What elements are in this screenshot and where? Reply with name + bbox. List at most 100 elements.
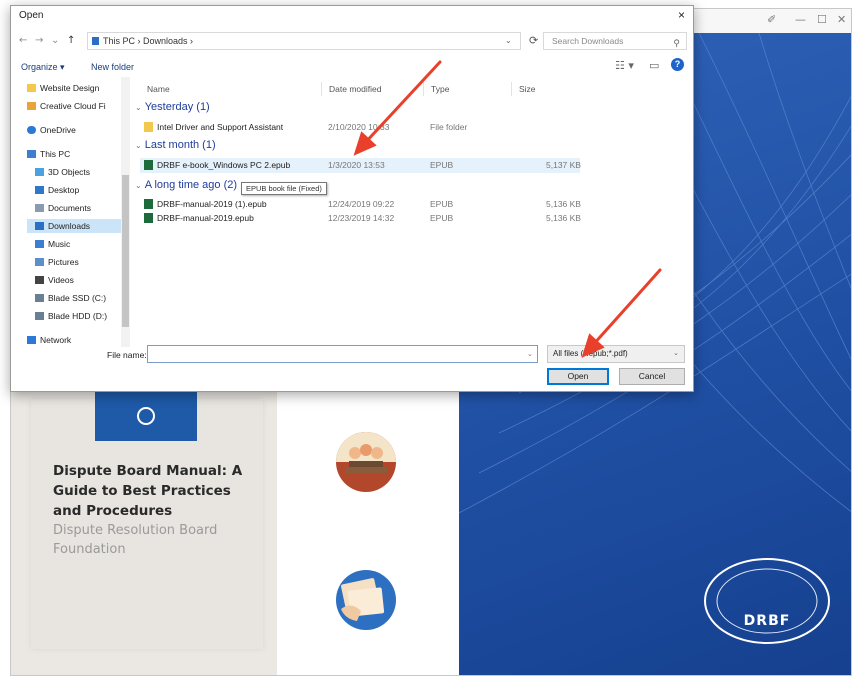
help-icon[interactable]: ?	[671, 58, 684, 71]
open-button[interactable]: Open	[547, 368, 609, 385]
computer-icon	[27, 150, 36, 158]
book-publisher: Dispute Resolution Board Foundation	[53, 523, 218, 557]
file-date: 12/24/2019 09:22	[328, 199, 395, 209]
nav-item-music[interactable]: Music	[35, 237, 70, 251]
chevron-down-icon: ⌄	[673, 350, 679, 357]
forward-button[interactable]: →	[35, 35, 43, 46]
chevron-down-icon[interactable]: ⌄	[527, 350, 533, 358]
nav-item-desktop[interactable]: Desktop	[35, 183, 79, 197]
nav-item-pictures[interactable]: Pictures	[35, 255, 79, 269]
nav-item-blade-ssd[interactable]: Blade SSD (C:)	[35, 291, 106, 305]
recent-locations-button[interactable]: ⌄	[51, 35, 59, 46]
nav-item-website-design[interactable]: Website Design	[27, 81, 99, 95]
epub-icon	[144, 199, 153, 209]
nav-item-videos[interactable]: Videos	[35, 273, 74, 287]
document-icon	[35, 204, 44, 212]
epub-icon	[144, 213, 153, 223]
close-dialog-button[interactable]: ×	[678, 8, 685, 22]
nav-item-blade-hdd[interactable]: Blade HDD (D:)	[35, 309, 107, 323]
group-header-yesterday[interactable]: ⌄ Yesterday (1)	[135, 101, 210, 113]
file-type-tooltip: EPUB book file (Fixed)	[241, 182, 327, 195]
chevron-down-icon[interactable]: ⌄	[135, 181, 142, 190]
maximize-icon[interactable]: ☐	[817, 13, 827, 26]
refresh-button[interactable]: ⟳	[529, 34, 538, 47]
book-title: Dispute Board Manual: A Guide to Best Pr…	[53, 463, 243, 519]
group-header-long-time-ago[interactable]: ⌄ A long time ago (2)	[135, 179, 237, 191]
music-icon	[35, 240, 44, 248]
nav-pane-scrollbar[interactable]	[121, 77, 130, 347]
column-header-size[interactable]: Size	[519, 84, 536, 94]
cloud-icon	[27, 126, 36, 134]
file-type: EPUB	[430, 160, 454, 170]
drive-icon	[35, 312, 44, 320]
file-date: 12/23/2019 14:32	[328, 213, 395, 223]
minimize-icon[interactable]: —	[795, 13, 806, 26]
file-row[interactable]: Intel Driver and Support Assistant 2/10/…	[140, 120, 580, 135]
close-icon[interactable]: ✕	[837, 13, 846, 26]
folder-icon	[27, 84, 36, 92]
creative-cloud-icon	[27, 102, 36, 110]
video-icon	[35, 276, 44, 284]
file-size: 5,136 KB	[546, 213, 581, 223]
group-header-last-month[interactable]: ⌄ Last month (1)	[135, 139, 216, 151]
file-type: File folder	[430, 122, 468, 132]
download-icon	[92, 37, 99, 45]
download-icon	[35, 222, 44, 230]
file-type-filter-dropdown[interactable]: All files (*.epub;*.pdf) ⌄	[547, 345, 685, 363]
drbf-logo-text: DRBF	[743, 613, 791, 629]
column-header-date[interactable]: Date modified	[329, 84, 381, 94]
search-icon: ⚲	[673, 38, 680, 48]
file-type: EPUB	[430, 213, 454, 223]
chevron-down-icon[interactable]: ⌄	[505, 36, 512, 45]
cancel-button[interactable]: Cancel	[619, 368, 685, 385]
up-folder-button[interactable]: ↑	[67, 35, 75, 46]
file-size: 5,137 KB	[546, 160, 581, 170]
column-divider[interactable]	[423, 82, 424, 96]
organize-menu-button[interactable]: Organize ▾	[21, 62, 65, 73]
cube-icon	[35, 168, 44, 176]
navigation-pane[interactable]: Website Design Creative Cloud Fi OneDriv…	[11, 77, 123, 347]
file-row[interactable]: DRBF-manual-2019 (1).epub 12/24/2019 09:…	[140, 197, 581, 212]
epub-icon	[144, 160, 153, 170]
column-header-name[interactable]: Name	[147, 84, 170, 94]
preview-pane-icon[interactable]: ▭	[649, 59, 659, 72]
nav-item-this-pc[interactable]: This PC	[27, 147, 70, 161]
network-icon	[27, 336, 36, 344]
file-date: 1/3/2020 13:53	[328, 160, 385, 170]
open-file-dialog: Open × ← → ⌄ ↑ This PC › Downloads › ⌄ ⟳…	[10, 5, 694, 392]
picture-icon	[35, 258, 44, 266]
column-divider[interactable]	[321, 82, 322, 96]
chevron-down-icon[interactable]: ⌄	[135, 103, 142, 112]
nav-item-network[interactable]: Network	[27, 333, 71, 347]
column-header-type[interactable]: Type	[431, 84, 449, 94]
file-type-filter-value: All files (*.epub;*.pdf)	[553, 349, 628, 358]
globe-icon	[137, 407, 155, 425]
nav-item-downloads[interactable]: Downloads	[27, 219, 123, 233]
column-divider[interactable]	[511, 82, 512, 96]
file-row[interactable]: DRBF e-book_Windows PC 2.epub 1/3/2020 1…	[140, 158, 581, 173]
file-name-label: File name:	[107, 350, 147, 360]
scrollbar-thumb[interactable]	[122, 175, 129, 327]
change-view-icon[interactable]: ☷ ▾	[615, 59, 634, 72]
new-folder-button[interactable]: New folder	[91, 62, 134, 72]
search-placeholder: Search Downloads	[552, 36, 624, 46]
nav-item-documents[interactable]: Documents	[35, 201, 91, 215]
address-bar[interactable]: This PC › Downloads ›	[87, 32, 521, 50]
search-input[interactable]: Search Downloads ⚲	[543, 32, 687, 50]
folder-icon	[144, 122, 153, 132]
file-row[interactable]: DRBF-manual-2019.epub 12/23/2019 14:32 E…	[140, 211, 581, 226]
file-name-input[interactable]	[147, 345, 538, 363]
address-path: This PC › Downloads ›	[103, 36, 194, 46]
documents-hands-icon	[336, 570, 396, 630]
edit-icon[interactable]: ✐	[767, 13, 776, 26]
desktop-icon	[35, 186, 44, 194]
file-type: EPUB	[430, 199, 454, 209]
dialog-title: Open	[19, 10, 44, 21]
back-button[interactable]: ←	[19, 35, 27, 46]
file-date: 2/10/2020 10:33	[328, 122, 390, 132]
nav-item-onedrive[interactable]: OneDrive	[27, 123, 76, 137]
nav-item-3d-objects[interactable]: 3D Objects	[35, 165, 90, 179]
chevron-down-icon[interactable]: ⌄	[135, 141, 142, 150]
drive-icon	[35, 294, 44, 302]
nav-item-creative-cloud[interactable]: Creative Cloud Fi	[27, 99, 106, 113]
